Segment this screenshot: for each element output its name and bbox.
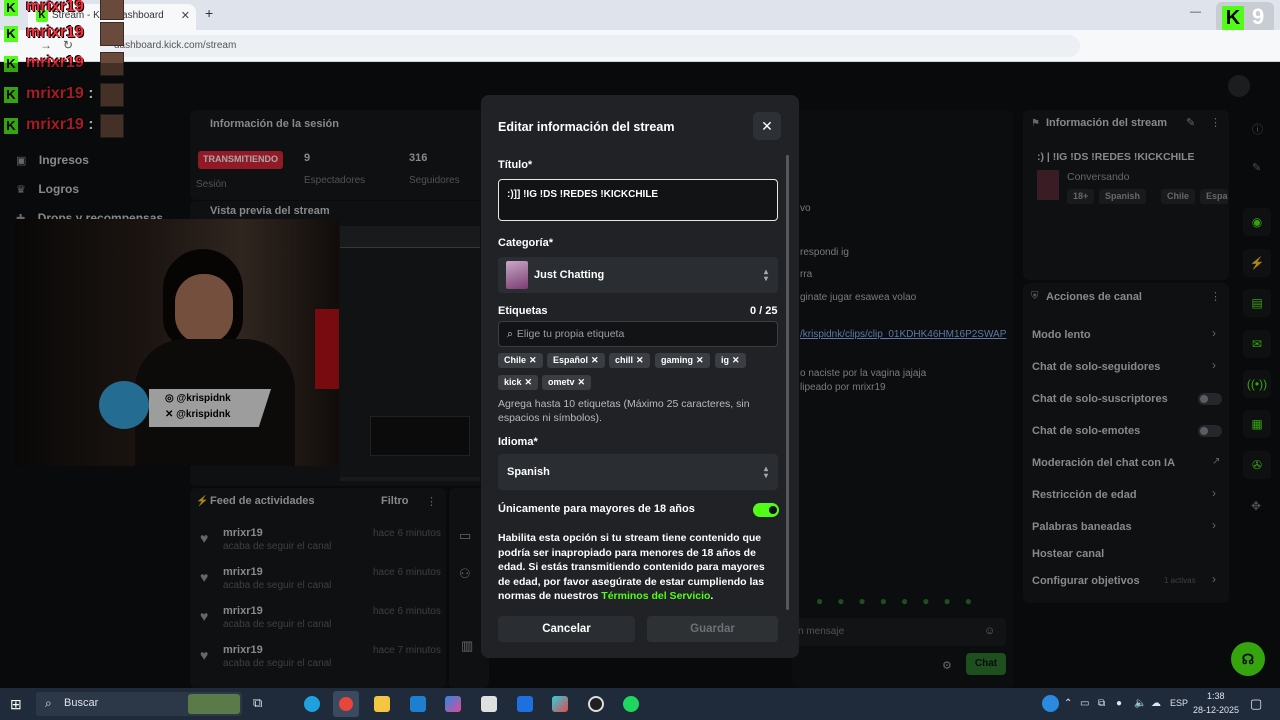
tray-display-icon[interactable]: ▭: [1080, 698, 1089, 709]
url-field[interactable]: dashboard.kick.com/stream: [100, 35, 1080, 57]
address-bar-row: dashboard.kick.com/stream ◎ ☆ ✦ ⧉ ≡ ⋮: [0, 30, 1280, 82]
spotify-icon[interactable]: [623, 696, 639, 712]
tags-label: Etiquetas: [498, 305, 548, 317]
tag-chip: ometv ✕: [542, 375, 592, 390]
file-explorer-icon[interactable]: [374, 696, 390, 712]
select-arrows-icon: ▴ ▾: [763, 464, 768, 480]
window-badge-count: 9: [1252, 4, 1265, 29]
tray-language[interactable]: ESP: [1170, 698, 1188, 708]
language-value: Spanish: [507, 466, 550, 478]
category-select[interactable]: Just Chatting ▴ ▾: [498, 257, 778, 293]
mature-toggle[interactable]: [753, 503, 779, 517]
outlook-icon[interactable]: [410, 696, 426, 712]
minimize-icon[interactable]: —: [1190, 6, 1201, 18]
store-icon[interactable]: [481, 696, 497, 712]
tray-mic-icon[interactable]: ●: [1116, 698, 1122, 709]
remove-tag-icon[interactable]: ✕: [696, 355, 704, 365]
tray-network-icon[interactable]: ⧉: [1098, 698, 1105, 709]
tray-time[interactable]: 1:38: [1207, 691, 1225, 701]
remove-tag-icon[interactable]: ✕: [578, 377, 586, 387]
select-arrows-icon: ▴ ▾: [763, 267, 768, 283]
task-view-icon[interactable]: ⧉: [253, 695, 262, 711]
tags-hint: Agrega hasta 10 etiquetas (Máximo 25 car…: [498, 398, 750, 424]
url-text: dashboard.kick.com/stream: [114, 40, 237, 51]
windows-start-icon[interactable]: ⊞: [10, 696, 22, 713]
tag-chip: chill ✕: [609, 353, 650, 368]
title-input[interactable]: :)]] !IG !DS !REDES !KICKCHILE: [498, 179, 778, 221]
obs-icon[interactable]: [588, 696, 604, 712]
tag-chip: kick ✕: [498, 375, 539, 390]
modal-scrollbar[interactable]: [786, 155, 789, 610]
remove-tag-icon[interactable]: ✕: [591, 355, 599, 365]
tray-cloud-icon[interactable]: ☁: [1151, 698, 1161, 709]
overlay-chat-user: mrixr19: [26, 24, 84, 41]
kick-logo-icon: K: [1222, 6, 1244, 30]
notifications-icon[interactable]: ▢: [1250, 696, 1262, 712]
modal-title: Editar información del stream: [498, 120, 675, 134]
category-value: Just Chatting: [534, 269, 605, 281]
close-icon[interactable]: ✕: [753, 112, 781, 140]
overlay-chat-user: mrixr19: [26, 0, 84, 15]
remove-tag-icon[interactable]: ✕: [732, 355, 740, 365]
terms-link[interactable]: Términos del Servicio: [601, 590, 710, 602]
tab-close-icon[interactable]: ✕: [181, 9, 190, 22]
tag-chip: Chile ✕: [498, 353, 543, 368]
tag-chip: ig ✕: [715, 353, 746, 368]
search-icon: ⌕: [507, 328, 513, 340]
save-button[interactable]: Guardar: [647, 616, 778, 642]
kick-logo-icon: K: [4, 26, 18, 42]
edge-icon[interactable]: [304, 696, 320, 712]
copilot-icon[interactable]: [445, 696, 461, 712]
dropbox-icon[interactable]: [517, 696, 533, 712]
remove-tag-icon[interactable]: ✕: [636, 355, 644, 365]
mature-label: Únicamente para mayores de 18 años: [498, 503, 695, 515]
taskbar-search-input[interactable]: ⌕ Buscar: [36, 692, 242, 716]
kick-logo-icon: K: [4, 0, 18, 16]
cancel-button[interactable]: Cancelar: [498, 616, 635, 642]
browser-tab-bar: K Stream - Kick Dashboard ✕ + — K 9: [0, 0, 1280, 34]
search-icon: ⌕: [45, 696, 52, 710]
help-tray-icon[interactable]: [1042, 695, 1059, 712]
title-input-value: :)]] !IG !DS !REDES !KICKCHILE: [507, 189, 659, 200]
new-tab-button[interactable]: +: [205, 5, 213, 21]
tag-search-input[interactable]: ⌕ Elige tu propia etiqueta: [498, 321, 778, 347]
remove-tag-icon[interactable]: ✕: [529, 355, 537, 365]
tag-placeholder: Elige tu propia etiqueta: [516, 328, 625, 340]
copilot-app-icon[interactable]: [552, 696, 568, 712]
tray-date[interactable]: 28-12-2025: [1193, 705, 1239, 715]
tag-chip: Español ✕: [547, 353, 605, 368]
chrome-icon[interactable]: [339, 697, 353, 711]
category-label: Categoría*: [498, 237, 554, 249]
language-label: Idioma*: [498, 436, 538, 448]
windows-taskbar: ⊞ ⌕ Buscar ⧉ ⌃ ▭ ⧉ ● 🔈 ☁ ESP 1:38 28-12-…: [0, 688, 1280, 720]
title-label: Título*: [498, 159, 533, 171]
tags-count: 0 / 25: [750, 305, 778, 317]
search-highlight-image: [188, 694, 240, 714]
overlay-chat-avatar: [100, 0, 124, 20]
mature-description: Habilita esta opción si tu stream tiene …: [498, 532, 765, 602]
remove-tag-icon[interactable]: ✕: [525, 377, 533, 387]
overlay-chat-avatar: [100, 22, 124, 46]
edit-stream-modal: Editar información del stream ✕ Título* …: [481, 95, 799, 658]
tray-volume-icon[interactable]: 🔈: [1134, 698, 1146, 709]
language-select[interactable]: Spanish ▴ ▾: [498, 454, 778, 490]
tray-chevron-icon[interactable]: ⌃: [1064, 698, 1072, 709]
tag-chip: gaming ✕: [655, 353, 710, 368]
category-thumbnail: [506, 261, 528, 289]
taskbar-search-placeholder: Buscar: [64, 697, 99, 709]
